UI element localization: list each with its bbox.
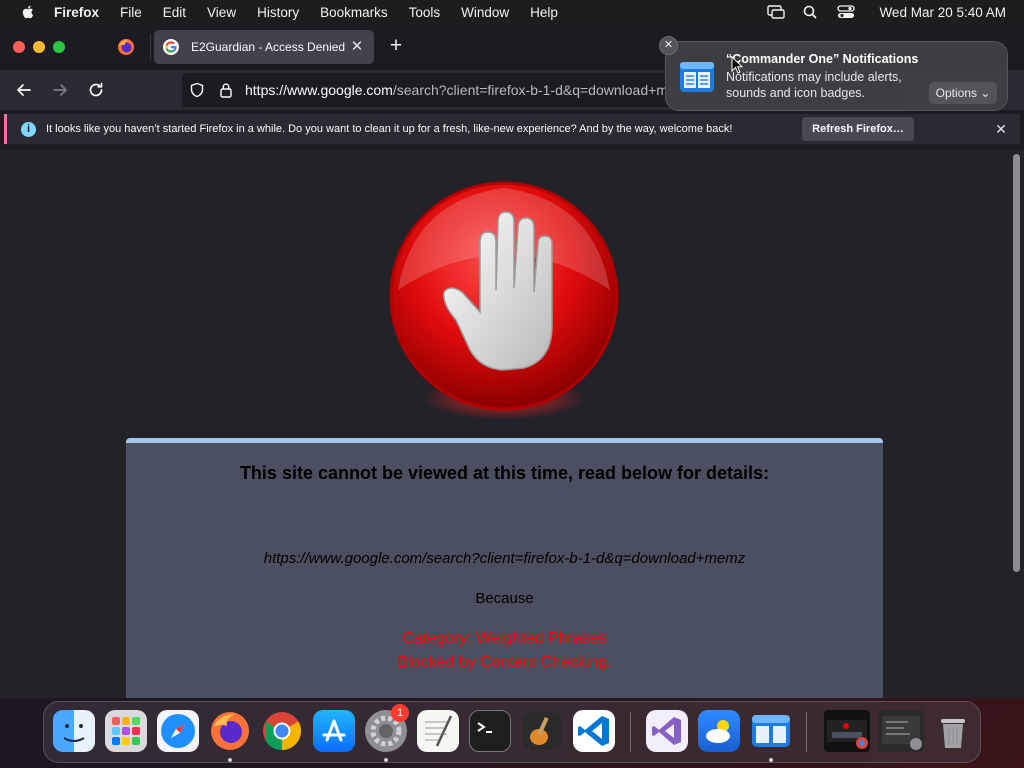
commander-one-dock-icon[interactable]: [750, 710, 792, 752]
garageband-icon[interactable]: [521, 710, 563, 752]
mouse-pointer-icon: [731, 56, 743, 74]
menu-tools[interactable]: Tools: [409, 5, 441, 20]
notification-body: Notifications may include alerts, sounds…: [726, 70, 902, 100]
vertical-scrollbar[interactable]: [1010, 150, 1024, 698]
terminal-icon[interactable]: [469, 710, 511, 752]
firefox-icon: [118, 39, 134, 55]
trash-icon[interactable]: [932, 710, 974, 752]
app-store-icon[interactable]: [313, 710, 355, 752]
notification-banner[interactable]: “Commander One” Notifications Notificati…: [665, 41, 1008, 111]
screen-mirroring-icon[interactable]: [767, 5, 786, 19]
because-label: Because: [475, 590, 534, 607]
spotlight-search-icon[interactable]: [802, 5, 820, 19]
launchpad-icon[interactable]: [105, 710, 147, 752]
tab-close-icon[interactable]: ✕: [350, 38, 364, 56]
minimized-window-thumbnail[interactable]: [824, 710, 870, 752]
notification-title: “Commander One” Notifications: [726, 52, 919, 66]
menu-view[interactable]: View: [207, 5, 236, 20]
back-arrow-icon[interactable]: [13, 79, 35, 101]
window-zoom-button[interactable]: [53, 41, 65, 53]
url-domain: https://www.google.com: [245, 82, 393, 98]
settings-running-indicator: [384, 758, 388, 762]
menubar-clock[interactable]: Wed Mar 20 5:40 AM: [879, 5, 1006, 20]
forward-arrow-icon[interactable]: [49, 79, 71, 101]
tab-e2guardian[interactable]: E2Guardian - Access Denied ✕: [154, 30, 374, 64]
menu-app-name[interactable]: Firefox: [54, 5, 99, 20]
menu-file[interactable]: File: [120, 5, 142, 20]
blocked-url: https://www.google.com/search?client=fir…: [263, 550, 746, 567]
notification-close-icon[interactable]: ✕: [659, 36, 678, 55]
menu-history[interactable]: History: [257, 5, 299, 20]
infobar-message: It looks like you haven’t started Firefo…: [46, 123, 733, 135]
infobar-close-icon[interactable]: ✕: [994, 120, 1008, 138]
firefox-dock-icon[interactable]: [209, 710, 251, 752]
scrollbar-thumb[interactable]: [1013, 154, 1020, 572]
menu-bar: Firefox File Edit View History Bookmarks…: [0, 0, 1024, 24]
firefox-running-indicator: [228, 758, 232, 762]
dock: [43, 701, 981, 763]
refresh-firefox-infobar: i It looks like you haven’t started Fire…: [4, 114, 1020, 144]
menu-help[interactable]: Help: [530, 5, 558, 20]
block-reason-detail: Blocked by Content Checking.: [397, 654, 612, 671]
page-heading: This site cannot be viewed at this time,…: [239, 463, 770, 483]
window-close-button[interactable]: [13, 41, 25, 53]
padlock-icon[interactable]: [219, 82, 233, 98]
textedit-icon[interactable]: [417, 710, 459, 752]
menu-bookmarks[interactable]: Bookmarks: [320, 5, 388, 20]
control-center-icon[interactable]: [837, 5, 856, 19]
tab-title: E2Guardian - Access Denied: [191, 40, 346, 54]
info-icon: i: [21, 121, 36, 137]
url-text[interactable]: https://www.google.com/search?client=fir…: [245, 82, 694, 98]
apple-menu-icon[interactable]: [18, 5, 38, 19]
dock-separator: [630, 712, 631, 752]
menu-edit[interactable]: Edit: [163, 5, 186, 20]
pinned-tab-firefox[interactable]: [110, 32, 142, 62]
reload-icon[interactable]: [85, 79, 107, 101]
menu-window[interactable]: Window: [461, 5, 509, 20]
commander-one-app-icon: [680, 62, 714, 92]
finder-icon[interactable]: [53, 710, 95, 752]
vscode-icon[interactable]: [573, 710, 615, 752]
settings-notification-badge: 1: [391, 704, 409, 722]
block-reason-category: Category: Weighted Phrases: [402, 630, 607, 647]
chrome-icon[interactable]: [261, 710, 303, 752]
google-favicon-icon: [163, 39, 179, 55]
stop-hand-icon: [389, 181, 619, 420]
tracking-protection-shield-icon[interactable]: [189, 82, 205, 98]
safari-icon[interactable]: [157, 710, 199, 752]
firefox-window: E2Guardian - Access Denied ✕ + https://w…: [0, 24, 1024, 698]
new-tab-plus-icon[interactable]: +: [386, 35, 406, 57]
access-denied-panel: This site cannot be viewed at this time,…: [126, 438, 883, 698]
dock-separator: [806, 712, 807, 752]
tab-separator: [150, 34, 151, 60]
page-content: This site cannot be viewed at this time,…: [0, 150, 1010, 698]
refresh-firefox-button[interactable]: Refresh Firefox…: [802, 117, 914, 141]
url-path: /search?client=firefox-b-1-d&q=download+…: [392, 82, 695, 98]
commander-one-running-indicator: [769, 758, 773, 762]
notification-options-button[interactable]: Options ⌄: [929, 82, 997, 104]
minimized-settings-thumbnail[interactable]: [878, 710, 924, 752]
window-minimize-button[interactable]: [33, 41, 45, 53]
weather-icon[interactable]: [698, 710, 740, 752]
options-label: Options: [935, 86, 977, 100]
visual-studio-icon[interactable]: [646, 710, 688, 752]
